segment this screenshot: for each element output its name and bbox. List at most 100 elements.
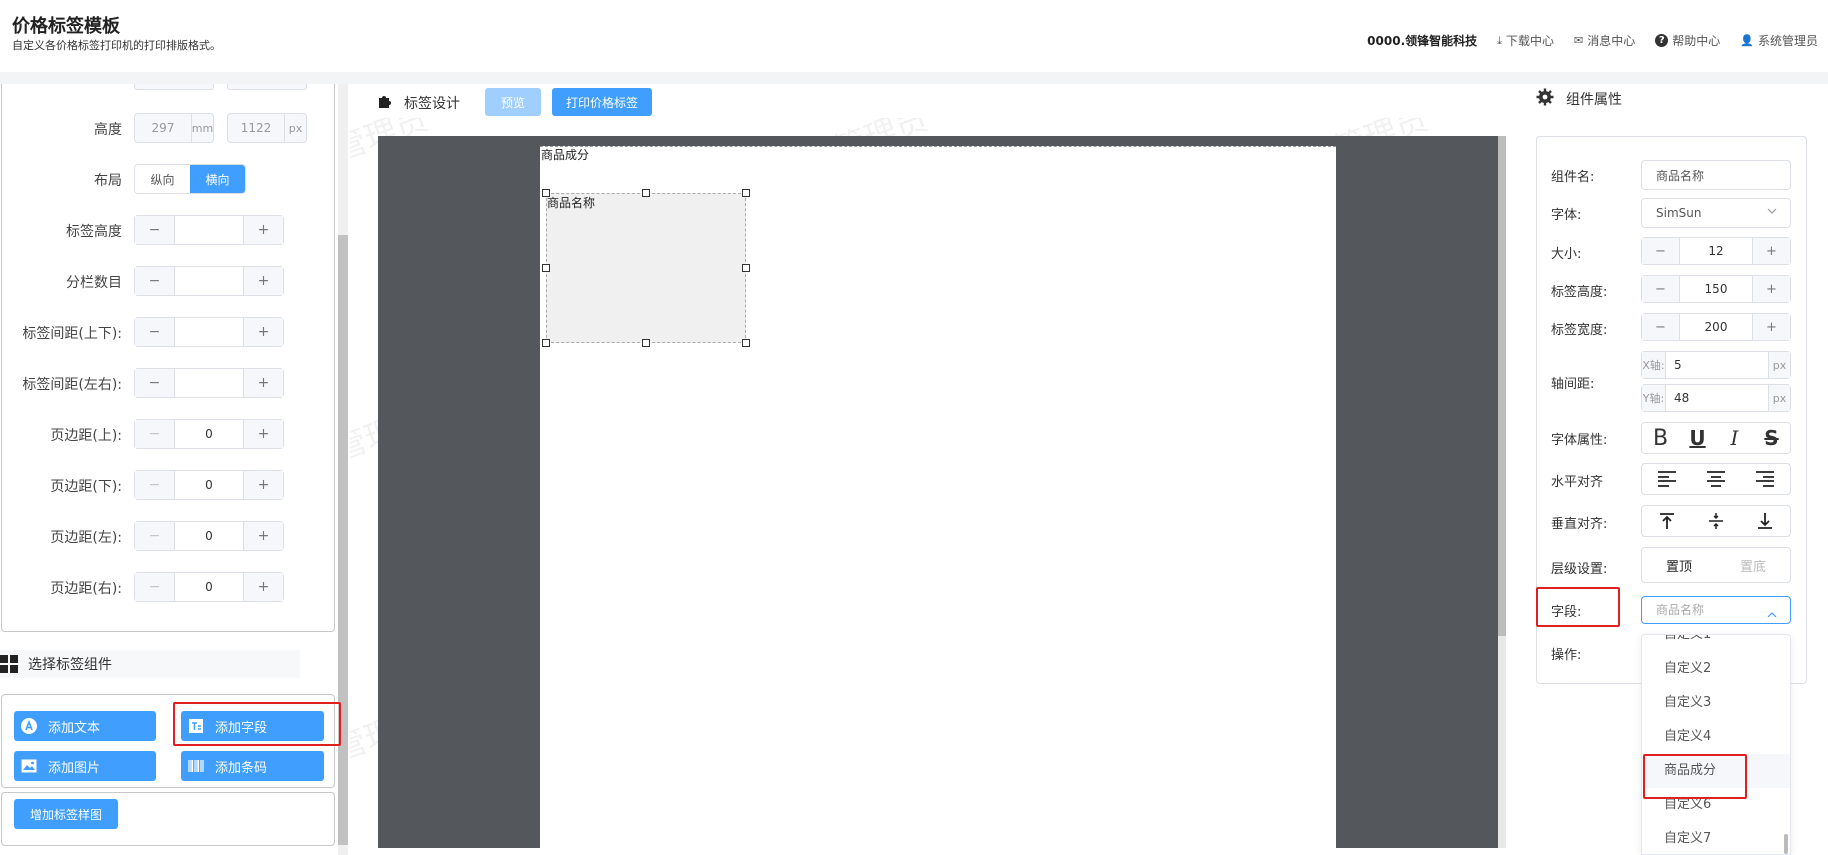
decrement-button[interactable]: −: [135, 471, 175, 499]
dropdown-option[interactable]: 自定义2: [1642, 652, 1790, 686]
height-mm-input[interactable]: 297 mm: [134, 113, 214, 143]
dropdown-option[interactable]: 自定义7: [1642, 822, 1790, 854]
increment-button[interactable]: +: [243, 573, 283, 601]
resize-handle[interactable]: [742, 189, 750, 197]
properties-header: 组件属性: [1536, 88, 1622, 110]
increment-button[interactable]: +: [243, 267, 283, 295]
y-axis-input[interactable]: Y轴: 48 px: [1641, 384, 1791, 412]
dropdown-option-highlight: [1643, 754, 1747, 799]
add-sample-image-button[interactable]: 增加标签样图: [14, 799, 118, 829]
send-to-back-button[interactable]: 置底: [1716, 548, 1790, 582]
increment-button[interactable]: +: [1752, 314, 1790, 340]
layer-label: 层级设置:: [1551, 562, 1608, 577]
stepper-value[interactable]: [175, 216, 243, 244]
underline-icon[interactable]: U: [1683, 425, 1713, 451]
canvas-element-product-name[interactable]: 商品名称: [546, 193, 746, 343]
align-right-icon[interactable]: [1750, 466, 1780, 492]
field-select[interactable]: 商品名称: [1641, 596, 1791, 624]
decrement-button[interactable]: −: [1642, 238, 1680, 264]
align-center-icon[interactable]: [1701, 466, 1731, 492]
decrement-button[interactable]: −: [135, 318, 175, 346]
margin-top-label: 页边距(上):: [50, 428, 122, 444]
margin-left-label: 页边距(左):: [50, 530, 122, 546]
increment-button[interactable]: +: [243, 420, 283, 448]
grid-icon: [0, 655, 18, 673]
increment-button[interactable]: +: [1752, 276, 1790, 302]
margin-top-stepper: − 0 +: [134, 419, 284, 449]
dropdown-option[interactable]: 自定义3: [1642, 686, 1790, 720]
increment-button[interactable]: +: [1752, 238, 1790, 264]
operation-label: 操作:: [1551, 648, 1582, 663]
font-select[interactable]: SimSun: [1641, 198, 1791, 228]
message-center-link[interactable]: ✉ 消息中心: [1574, 32, 1635, 49]
bring-to-front-button[interactable]: 置顶: [1642, 548, 1716, 582]
bold-icon[interactable]: B: [1646, 425, 1676, 451]
align-middle-icon[interactable]: [1701, 508, 1731, 534]
margin-right-label: 页边距(右):: [50, 581, 122, 597]
add-image-button[interactable]: 添加图片: [14, 751, 156, 781]
canvas-scrollbar[interactable]: [1498, 136, 1506, 848]
layout-portrait-option[interactable]: 纵向: [135, 165, 190, 193]
layout-toggle: 纵向 横向: [134, 164, 246, 194]
dropdown-option[interactable]: 自定义1: [1642, 635, 1790, 652]
resize-handle[interactable]: [542, 189, 550, 197]
resize-handle[interactable]: [642, 189, 650, 197]
canvas-scrollbar-thumb[interactable]: [1498, 136, 1506, 636]
decrement-button[interactable]: −: [135, 216, 175, 244]
vertical-gap-label: 标签间距(上下):: [22, 326, 122, 342]
component-name-input[interactable]: 商品名称: [1641, 160, 1791, 190]
strikethrough-icon[interactable]: S: [1757, 425, 1787, 451]
stepper-value[interactable]: 0: [175, 471, 243, 499]
stepper-value[interactable]: 0: [175, 573, 243, 601]
decrement-button[interactable]: −: [135, 369, 175, 397]
canvas-element-ingredients[interactable]: 商品成分: [541, 146, 589, 163]
resize-handle[interactable]: [542, 339, 550, 347]
increment-button[interactable]: +: [243, 318, 283, 346]
layout-landscape-option[interactable]: 横向: [190, 165, 245, 193]
preview-button[interactable]: 预览: [485, 88, 541, 116]
resize-handle[interactable]: [642, 339, 650, 347]
resize-handle[interactable]: [742, 339, 750, 347]
stepper-value[interactable]: [175, 369, 243, 397]
help-center-link[interactable]: ? 帮助中心: [1655, 32, 1720, 49]
field-dropdown: 自定义1 自定义2 自定义3 自定义4 商品成分 自定义6 自定义7: [1641, 634, 1791, 855]
increment-button[interactable]: +: [243, 471, 283, 499]
dropdown-scrollbar[interactable]: [1784, 834, 1788, 854]
align-top-icon[interactable]: [1652, 508, 1682, 534]
stepper-value[interactable]: 0: [175, 420, 243, 448]
user-icon: 👤: [1740, 34, 1754, 47]
add-field-highlight: [173, 702, 341, 746]
decrement-button[interactable]: −: [1642, 276, 1680, 302]
align-left-icon[interactable]: [1652, 466, 1682, 492]
decrement-button[interactable]: −: [135, 420, 175, 448]
user-menu[interactable]: 👤 系统管理员: [1740, 32, 1818, 49]
vertical-align-toolbar: [1641, 505, 1791, 537]
dropdown-option[interactable]: 自定义4: [1642, 720, 1790, 754]
add-text-button[interactable]: 添加文本: [14, 711, 156, 741]
decrement-button[interactable]: −: [1642, 314, 1680, 340]
resize-handle[interactable]: [542, 264, 550, 272]
italic-icon[interactable]: I: [1720, 425, 1750, 451]
chevron-down-icon: [1766, 205, 1778, 220]
increment-button[interactable]: +: [243, 369, 283, 397]
left-scrollbar-thumb[interactable]: [338, 235, 348, 845]
x-axis-input[interactable]: X轴: 5 px: [1641, 351, 1791, 379]
add-barcode-button[interactable]: 添加条码: [181, 751, 324, 781]
increment-button[interactable]: +: [243, 522, 283, 550]
download-center-link[interactable]: ⤓ 下载中心: [1497, 32, 1554, 49]
increment-button[interactable]: +: [243, 216, 283, 244]
stepper-value[interactable]: [175, 318, 243, 346]
header-divider: [0, 72, 1828, 84]
decrement-button[interactable]: −: [135, 522, 175, 550]
stepper-value[interactable]: 0: [175, 522, 243, 550]
align-bottom-icon[interactable]: [1750, 508, 1780, 534]
size-label: 大小:: [1551, 247, 1582, 262]
resize-handle[interactable]: [742, 264, 750, 272]
print-label-button[interactable]: 打印价格标签: [552, 88, 652, 116]
height-label: 高度: [94, 122, 122, 138]
stepper-value[interactable]: [175, 267, 243, 295]
height-px-input[interactable]: 1122 px: [227, 113, 307, 143]
decrement-button[interactable]: −: [135, 267, 175, 295]
decrement-button[interactable]: −: [135, 573, 175, 601]
page-title: 价格标签模板: [12, 16, 120, 37]
